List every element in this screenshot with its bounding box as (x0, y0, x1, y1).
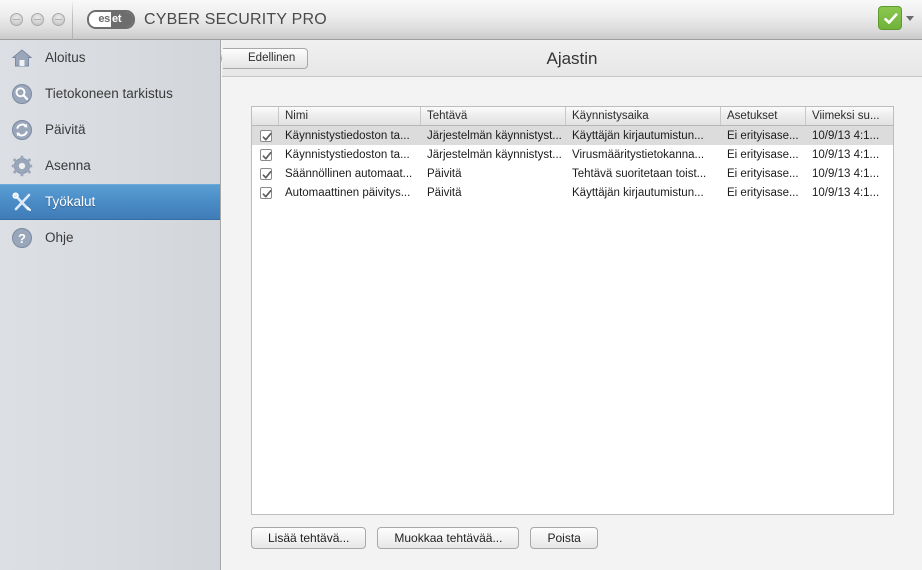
table-cell: Järjestelmän käynnistyst... (427, 129, 562, 142)
table-header-row: Nimi Tehtävä Käynnistysaika Asetukset Viimek… (252, 107, 893, 126)
row-checkbox-cell (252, 186, 279, 199)
table-header-cell[interactable]: Käynnistysaika (566, 107, 721, 125)
table-cell: Virusmääritystietokanna... (572, 148, 705, 161)
sidebar-item-label: Päivitä (45, 122, 86, 137)
sidebar-item-label: Asenna (45, 158, 91, 173)
main-pane: Edellinen Ajastin Nimi Tehtävä Käynnistysa… (222, 40, 922, 570)
sidebar-item-label: Tietokoneen tarkistus (45, 86, 173, 101)
tools-icon (11, 191, 33, 213)
row-checkbox-cell (252, 167, 279, 180)
table-cell: Järjestelmän käynnistyst... (427, 148, 562, 161)
table-row[interactable]: Käynnistystiedoston ta... Järjestelmän kä… (252, 145, 893, 164)
chevron-down-icon[interactable] (906, 15, 914, 21)
table-cell: Käyttäjän kirjautumistun... (572, 129, 704, 142)
table-cell: Käyttäjän kirjautumistun... (572, 186, 704, 199)
checkbox-icon[interactable] (259, 186, 272, 199)
app-title: CYBER SECURITY PRO (144, 11, 327, 28)
table-cell: Ei erityisase... (727, 167, 799, 180)
table-cell: Automaattinen päivitys... (285, 186, 411, 199)
title-bar: es et CYBER SECURITY PRO (0, 0, 922, 40)
action-buttons: Lisää tehtävä... Muokkaa tehtävää... Poist… (251, 527, 598, 549)
table-cell: Ei erityisase... (727, 129, 799, 142)
question-icon: ? (11, 227, 33, 249)
sidebar-item-label: Aloitus (45, 50, 86, 65)
table-cell: Päivitä (427, 186, 462, 199)
sidebar-item-label: Ohje (45, 230, 74, 245)
table-cell: 10/9/13 4:1... (812, 129, 880, 142)
table-cell: Säännöllinen automaat... (285, 167, 413, 180)
sidebar-item-ty-kalut[interactable]: Työkalut (0, 184, 220, 220)
table-cell: Ei erityisase... (727, 148, 799, 161)
sidebar-item-p-ivit[interactable]: Päivitä (0, 112, 220, 148)
table-header-cell[interactable]: Tehtävä (421, 107, 566, 125)
sidebar-item-ohje[interactable]: ? Ohje (0, 220, 220, 256)
gear-icon (11, 155, 33, 177)
table-header-cell[interactable]: Asetukset (721, 107, 806, 125)
zoom-button[interactable] (52, 13, 65, 26)
table-row[interactable]: Säännöllinen automaat... Päivitä Tehtävä s… (252, 164, 893, 183)
table-cell: 10/9/13 4:1... (812, 148, 880, 161)
app-window: es et CYBER SECURITY PRO Aloitus Tietokon… (0, 0, 922, 570)
scheduler-table: Nimi Tehtävä Käynnistysaika Asetukset Viimek… (251, 106, 894, 515)
sidebar-item-aloitus[interactable]: Aloitus (0, 40, 220, 76)
page-title: Ajastin (546, 49, 598, 68)
logo-text-right: et (111, 12, 133, 27)
refresh-icon (11, 119, 33, 141)
sidebar-item-asenna[interactable]: Asenna (0, 148, 220, 184)
add-task-button[interactable]: Lisää tehtävä... (251, 527, 367, 549)
table-cell: Käynnistystiedoston ta... (285, 129, 410, 142)
table-cell: Ei erityisase... (727, 186, 799, 199)
table-header-cell[interactable]: Nimi (279, 107, 421, 125)
table-row[interactable]: Automaattinen päivitys... Päivitä Käyttäjä… (252, 183, 893, 202)
table-row[interactable]: Käynnistystiedoston ta... Järjestelmän kä… (252, 126, 893, 145)
checkbox-icon[interactable] (259, 148, 272, 161)
table-header-cell[interactable]: Viimeksi su... (806, 107, 893, 125)
titlebar-divider (72, 0, 73, 40)
row-checkbox-cell (252, 129, 279, 142)
window-controls (10, 13, 65, 26)
table-cell: Tehtävä suoritetaan toist... (572, 167, 707, 180)
table-cell: Päivitä (427, 167, 462, 180)
sidebar: Aloitus Tietokoneen tarkistus Päivitä Asenn… (0, 40, 221, 570)
sidebar-item-tietokoneen-tarkistus[interactable]: Tietokoneen tarkistus (0, 76, 220, 112)
minimize-button[interactable] (31, 13, 44, 26)
svg-text:?: ? (18, 231, 26, 246)
table-cell: Käynnistystiedoston ta... (285, 148, 410, 161)
table-body: Käynnistystiedoston ta... Järjestelmän kä… (252, 126, 893, 202)
status-indicator-group (878, 6, 914, 30)
close-button[interactable] (10, 13, 23, 26)
checkbox-icon[interactable] (259, 167, 272, 180)
eset-logo: es et (87, 10, 135, 29)
logo-text-left: es (89, 12, 111, 27)
checkbox-icon[interactable] (259, 129, 272, 142)
green-check-icon[interactable] (878, 6, 902, 30)
row-checkbox-cell (252, 148, 279, 161)
delete-task-button[interactable]: Poista (530, 527, 598, 549)
table-cell: 10/9/13 4:1... (812, 167, 880, 180)
table-header-checkbox-col[interactable] (252, 107, 279, 125)
edit-task-button[interactable]: Muokkaa tehtävää... (377, 527, 520, 549)
magnifier-icon (11, 83, 33, 105)
table-cell: 10/9/13 4:1... (812, 186, 880, 199)
home-icon (11, 47, 33, 69)
pane-toolbar: Edellinen Ajastin (222, 40, 922, 77)
sidebar-item-label: Työkalut (45, 194, 96, 209)
